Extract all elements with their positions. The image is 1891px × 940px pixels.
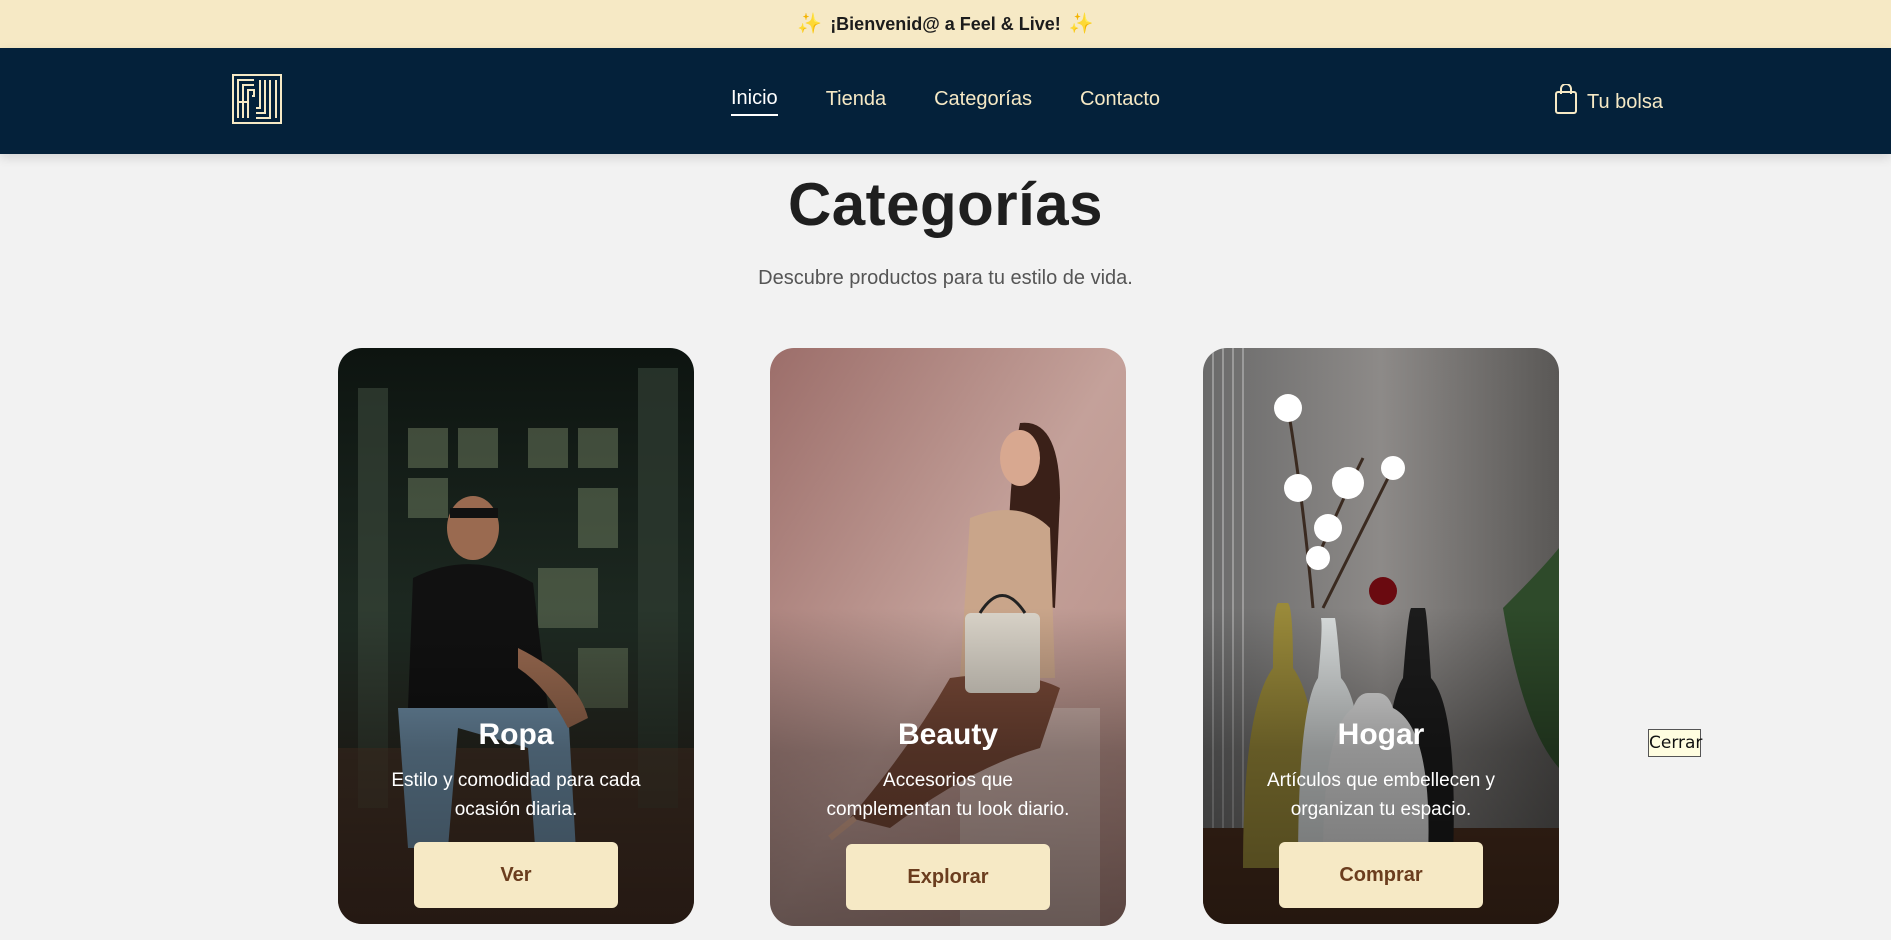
card-content: Hogar Artículos que embellecen y organiz… <box>1203 718 1559 824</box>
card-title: Ropa <box>478 718 554 751</box>
card-overlay <box>338 348 694 924</box>
cart-label: Tu bolsa <box>1587 90 1663 113</box>
ver-button[interactable]: Ver <box>414 842 618 908</box>
card-description: Accesorios que complementan tu look diar… <box>826 770 1070 820</box>
sparkle-icon: ✨ <box>797 13 823 35</box>
card-description: Estilo y comodidad para cada ocasión dia… <box>391 770 641 820</box>
card-overlay <box>1203 348 1559 924</box>
page-subtitle: Descubre productos para tu estilo de vid… <box>758 267 1133 289</box>
category-card-hogar[interactable]: Hogar Artículos que embellecen y organiz… <box>1203 348 1559 924</box>
card-content: Ropa Estilo y comodidad para cada ocasió… <box>338 718 694 824</box>
page-title: Categorías <box>787 171 1104 238</box>
sparkle-icon: ✨ <box>1068 13 1094 35</box>
card-title: Hogar <box>1337 718 1425 751</box>
announcement-text: ¡Bienvenid@ a Feel & Live! <box>830 13 1061 34</box>
explorar-button[interactable]: Explorar <box>846 844 1050 910</box>
category-card-beauty[interactable]: Beauty Accesorios que complementan tu lo… <box>770 348 1126 926</box>
nav-link-contacto[interactable]: Contacto <box>1080 88 1160 115</box>
navbar: Inicio Tienda Categorías Contacto Tu bol… <box>0 48 1891 154</box>
nav-link-categorias[interactable]: Categorías <box>934 88 1032 115</box>
card-description: Artículos que embellecen y organizan tu … <box>1266 770 1496 820</box>
card-title: Beauty <box>897 718 999 751</box>
nav-link-inicio[interactable]: Inicio <box>730 87 778 116</box>
card-content: Beauty Accesorios que complementan tu lo… <box>770 718 1126 824</box>
close-button[interactable]: Cerrar <box>1648 729 1702 757</box>
card-overlay <box>770 348 1126 926</box>
comprar-button[interactable]: Comprar <box>1279 842 1483 908</box>
nav-link-tienda[interactable]: Tienda <box>826 88 886 115</box>
announcement-bar: ✨ ¡Bienvenid@ a Feel & Live! ✨ <box>0 0 1891 48</box>
shopping-bag-icon <box>1555 83 1578 120</box>
category-card-ropa[interactable]: Ropa Estilo y comodidad para cada ocasió… <box>338 348 694 924</box>
cart-button[interactable]: Tu bolsa <box>1555 83 1663 120</box>
